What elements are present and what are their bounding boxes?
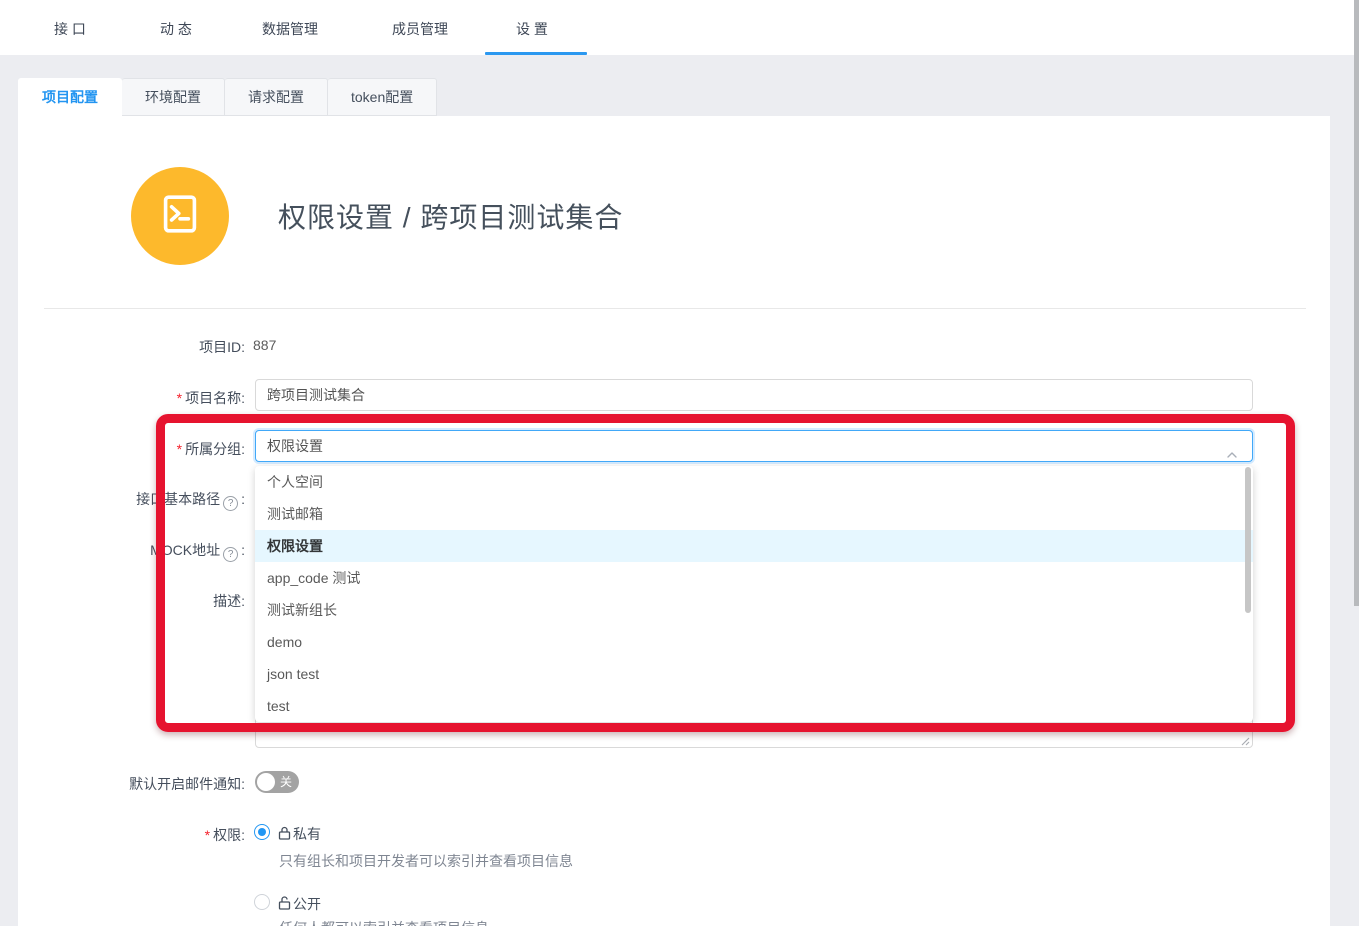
project-name-input[interactable]: 跨项目测试集合 (255, 379, 1253, 411)
permission-label: *权限: (0, 825, 245, 845)
project-avatar (131, 167, 229, 265)
project-id-label: 项目ID: (0, 337, 245, 357)
lock-icon (278, 826, 291, 843)
tab-env-config[interactable]: 环境配置 (122, 78, 225, 116)
unlock-icon (278, 896, 291, 913)
public-option-label[interactable]: 公开 (278, 894, 321, 914)
description-label: 描述: (0, 591, 245, 611)
group-select-value: 权限设置 (267, 438, 323, 454)
chevron-up-icon (1226, 441, 1238, 453)
resize-grip-icon[interactable] (1238, 733, 1250, 745)
nav-item-interface[interactable]: 接 口 (54, 19, 86, 39)
dropdown-option[interactable]: app_code 测试 (255, 562, 1253, 594)
radio-private[interactable] (254, 824, 270, 840)
dropdown-option[interactable]: test (255, 690, 1253, 722)
dropdown-option[interactable]: demo (255, 626, 1253, 658)
terminal-icon (156, 190, 204, 243)
radio-public[interactable] (254, 894, 270, 910)
toggle-state-label: 关 (280, 775, 292, 789)
toggle-knob (257, 773, 275, 791)
project-id-value: 887 (253, 337, 276, 353)
nav-item-activity[interactable]: 动 态 (160, 19, 192, 39)
help-icon[interactable]: ? (223, 547, 238, 562)
dropdown-scrollbar[interactable] (1245, 467, 1251, 613)
dropdown-option[interactable]: 个人空间 (255, 466, 1253, 498)
nav-item-data-management[interactable]: 数据管理 (262, 19, 318, 39)
dropdown-option[interactable]: 测试邮箱 (255, 498, 1253, 530)
tab-token-config[interactable]: token配置 (328, 78, 437, 116)
header-divider (44, 308, 1306, 309)
mail-notice-toggle[interactable]: 关 (255, 771, 299, 793)
basepath-label: 接口基本路径?: (0, 489, 245, 511)
page-title: 权限设置 / 跨项目测试集合 (278, 196, 623, 236)
dropdown-option[interactable]: json test (255, 658, 1253, 690)
tab-request-config[interactable]: 请求配置 (225, 78, 328, 116)
page: 接 口 动 态 数据管理 成员管理 设 置 项目配置 环境配置 请求配置 tok… (0, 0, 1359, 926)
group-label: *所属分组: (0, 439, 245, 459)
mail-notice-label: 默认开启邮件通知: (0, 774, 245, 794)
private-option-desc: 只有组长和项目开发者可以索引并查看项目信息 (279, 851, 573, 871)
private-option-label[interactable]: 私有 (278, 824, 321, 844)
nav-item-settings[interactable]: 设 置 (516, 19, 548, 39)
mock-url-label: MOCK地址?: (0, 540, 245, 562)
active-nav-underline (485, 52, 587, 55)
top-navbar: 接 口 动 态 数据管理 成员管理 设 置 (0, 0, 1359, 55)
tab-project-config[interactable]: 项目配置 (18, 78, 122, 116)
settings-tabbar: 项目配置 环境配置 请求配置 token配置 (18, 78, 437, 116)
help-icon[interactable]: ? (223, 496, 238, 511)
dropdown-option[interactable]: 测试新组长 (255, 594, 1253, 626)
group-select[interactable]: 权限设置 (255, 430, 1253, 462)
dropdown-option-selected[interactable]: 权限设置 (255, 530, 1253, 562)
page-scrollbar-thumb[interactable] (1354, 0, 1359, 606)
project-name-label: *项目名称: (0, 388, 245, 408)
public-option-desc: 任何人都可以索引并查看项目信息 (279, 918, 489, 926)
group-dropdown: 个人空间 测试邮箱 权限设置 app_code 测试 测试新组长 demo js… (255, 466, 1253, 722)
nav-item-member-management[interactable]: 成员管理 (392, 19, 448, 39)
